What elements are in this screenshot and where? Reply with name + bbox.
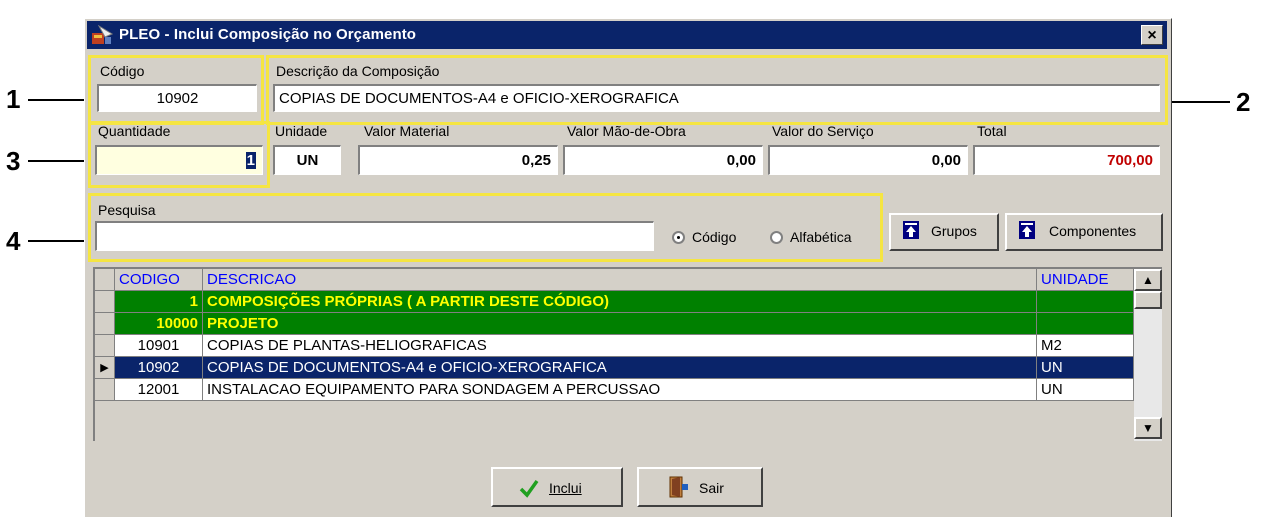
exit-door-icon <box>669 476 688 498</box>
scroll-thumb[interactable] <box>1134 291 1162 309</box>
codigo-label: Código <box>100 63 145 79</box>
callout-4: 4 <box>6 226 21 256</box>
app-icon <box>92 25 113 44</box>
callout-2: 2 <box>1236 87 1251 117</box>
table-row[interactable]: 10000 PROJETO <box>95 313 1134 335</box>
quantidade-label: Quantidade <box>98 123 171 139</box>
table-row[interactable]: 1 COMPOSIÇÕES PRÓPRIAS ( A PARTIR DESTE C… <box>95 291 1134 313</box>
row-indicator <box>95 379 115 401</box>
cell-descricao: COPIAS DE DOCUMENTOS-A4 e OFICIO-XEROGRA… <box>203 357 1037 379</box>
row-pointer-icon: ▶ <box>95 357 115 379</box>
pesquisa-input[interactable] <box>95 221 654 251</box>
grid-header: CODIGO DESCRICAO UNIDADE <box>95 269 1134 291</box>
cell-codigo: 1 <box>115 291 203 313</box>
sair-button[interactable]: Sair <box>637 467 763 507</box>
close-button[interactable]: × <box>1141 25 1163 45</box>
descricao-value: COPIAS DE DOCUMENTOS-A4 e OFICIO-XEROGRA… <box>279 90 679 107</box>
codigo-value: 10902 <box>156 90 199 107</box>
valor-material-value: 0,25 <box>521 152 551 169</box>
table-row[interactable]: 10901 COPIAS DE PLANTAS-HELIOGRAFICAS M2 <box>95 335 1134 357</box>
grid-scrollbar[interactable]: ▲ ▼ <box>1134 269 1162 441</box>
checkmark-icon <box>519 479 539 498</box>
cell-unidade <box>1037 291 1134 313</box>
callout-1: 1 <box>6 84 21 114</box>
inclui-button[interactable]: Inclui <box>491 467 623 507</box>
window-title: PLEO - Inclui Composição no Orçamento <box>119 26 417 43</box>
cell-descricao: INSTALACAO EQUIPAMENTO PARA SONDAGEM A P… <box>203 379 1037 401</box>
row-indicator <box>95 269 115 291</box>
unidade-value: UN <box>296 152 319 169</box>
radio-alfabetica-label[interactable]: Alfabética <box>790 229 851 245</box>
valor-mao-obra-label: Valor Mão-de-Obra <box>567 123 686 139</box>
cell-codigo: 10902 <box>115 357 203 379</box>
radio-codigo[interactable] <box>672 231 685 244</box>
cell-codigo: 10000 <box>115 313 203 335</box>
column-header-descricao[interactable]: DESCRICAO <box>203 269 1037 291</box>
cell-descricao: PROJETO <box>203 313 1037 335</box>
cell-descricao: COPIAS DE PLANTAS-HELIOGRAFICAS <box>203 335 1037 357</box>
radio-codigo-label[interactable]: Código <box>692 229 736 245</box>
cell-descricao: COMPOSIÇÕES PRÓPRIAS ( A PARTIR DESTE CÓ… <box>203 291 1037 313</box>
row-indicator <box>95 335 115 357</box>
scroll-up-button[interactable]: ▲ <box>1134 269 1162 291</box>
inclui-label: Inclui <box>549 480 582 496</box>
table-row[interactable]: ▶ 10902 COPIAS DE DOCUMENTOS-A4 e OFICIO-X… <box>95 357 1134 379</box>
unidade-field: UN <box>273 145 341 175</box>
total-value: 700,00 <box>1107 152 1153 169</box>
arrow-up-icon <box>1019 221 1035 239</box>
unidade-label: Unidade <box>275 123 328 139</box>
cell-unidade: M2 <box>1037 335 1134 357</box>
cell-unidade: UN <box>1037 379 1134 401</box>
callout-3: 3 <box>6 146 21 176</box>
arrow-up-icon <box>903 221 919 239</box>
grupos-label: Grupos <box>931 223 977 239</box>
valor-servico-label: Valor do Serviço <box>772 123 874 139</box>
column-header-codigo[interactable]: CODIGO <box>115 269 203 291</box>
codigo-field[interactable]: 10902 <box>97 84 257 112</box>
cell-codigo: 12001 <box>115 379 203 401</box>
cell-unidade: UN <box>1037 357 1134 379</box>
total-field: 700,00 <box>973 145 1160 175</box>
valor-mao-obra-value: 0,00 <box>726 152 756 169</box>
valor-servico-value: 0,00 <box>931 152 961 169</box>
quantidade-value: 1 <box>245 152 256 169</box>
valor-material-field: 0,25 <box>358 145 558 175</box>
sair-label: Sair <box>699 480 724 496</box>
cell-unidade <box>1037 313 1134 335</box>
cell-codigo: 10901 <box>115 335 203 357</box>
radio-alfabetica[interactable] <box>770 231 783 244</box>
title-bar[interactable]: PLEO - Inclui Composição no Orçamento × <box>87 21 1167 49</box>
valor-servico-field: 0,00 <box>768 145 968 175</box>
scroll-down-button[interactable]: ▼ <box>1134 417 1162 439</box>
row-indicator <box>95 313 115 335</box>
grupos-button[interactable]: Grupos <box>889 213 999 251</box>
table-row[interactable]: 12001 INSTALACAO EQUIPAMENTO PARA SONDAGE… <box>95 379 1134 401</box>
componentes-label: Componentes <box>1049 223 1137 239</box>
row-indicator <box>95 291 115 313</box>
quantidade-field[interactable]: 1 <box>95 145 263 175</box>
descricao-field[interactable]: COPIAS DE DOCUMENTOS-A4 e OFICIO-XEROGRA… <box>273 84 1160 112</box>
total-label: Total <box>977 123 1007 139</box>
componentes-button[interactable]: Componentes <box>1005 213 1163 251</box>
valor-mao-obra-field: 0,00 <box>563 145 763 175</box>
valor-material-label: Valor Material <box>364 123 450 139</box>
descricao-label: Descrição da Composição <box>276 63 440 79</box>
column-header-unidade[interactable]: UNIDADE <box>1037 269 1134 291</box>
pesquisa-label: Pesquisa <box>98 202 156 218</box>
composicoes-grid[interactable]: CODIGO DESCRICAO UNIDADE 1 COMPOSIÇÕES PR… <box>93 267 1162 441</box>
